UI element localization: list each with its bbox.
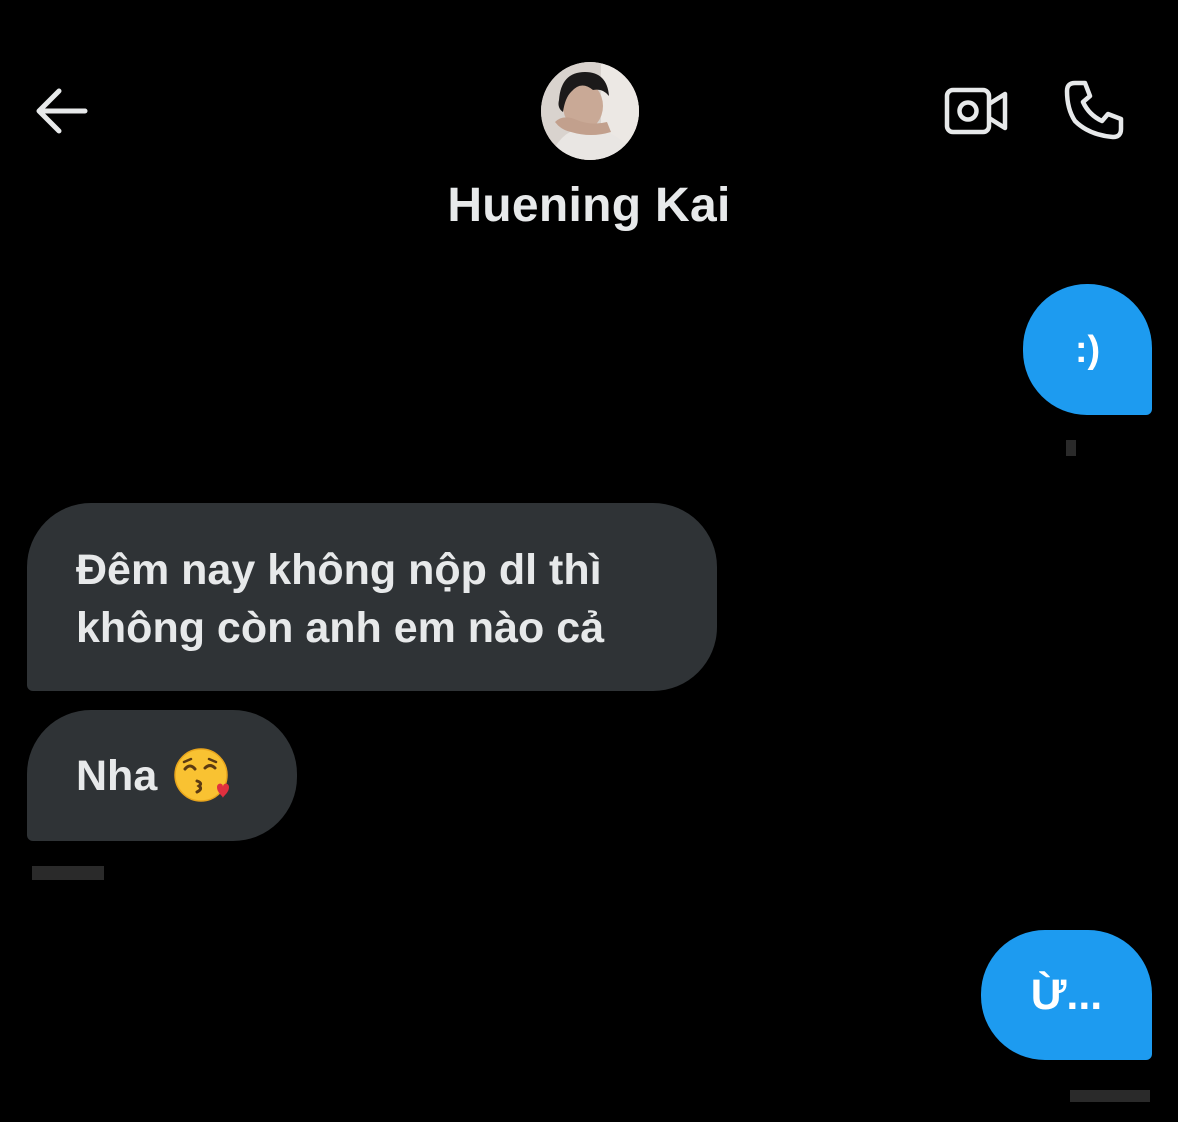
avatar[interactable] <box>541 62 639 160</box>
message-text: Nha <box>76 751 158 800</box>
message-sent[interactable]: :) <box>1023 284 1152 415</box>
message-text: :) <box>1074 328 1101 371</box>
message-text-line: Đêm nay không nộp dl thì <box>76 546 602 594</box>
message-received[interactable]: Nha <box>27 710 297 841</box>
conversation-header: Huening Kai <box>0 0 1178 250</box>
message-text: Ừ... <box>1030 971 1103 1019</box>
message-meta <box>32 866 104 880</box>
video-camera-icon <box>944 87 1008 135</box>
message-meta <box>1066 440 1076 456</box>
arrow-left-icon <box>36 88 88 134</box>
avatar-photo <box>541 62 639 160</box>
face-blowing-a-kiss-emoji <box>173 747 231 805</box>
message-text-line: không còn anh em nào cả <box>76 604 605 652</box>
video-call-button[interactable] <box>938 78 1014 144</box>
contact-name[interactable]: Huening Kai <box>0 178 1178 233</box>
message-received[interactable]: Đêm nay không nộp dl thì không còn anh e… <box>27 503 717 691</box>
back-button[interactable] <box>28 78 94 144</box>
message-meta <box>1070 1090 1150 1102</box>
voice-call-button[interactable] <box>1058 74 1130 146</box>
message-sent[interactable]: Ừ... <box>981 930 1152 1060</box>
phone-icon <box>1064 80 1124 140</box>
